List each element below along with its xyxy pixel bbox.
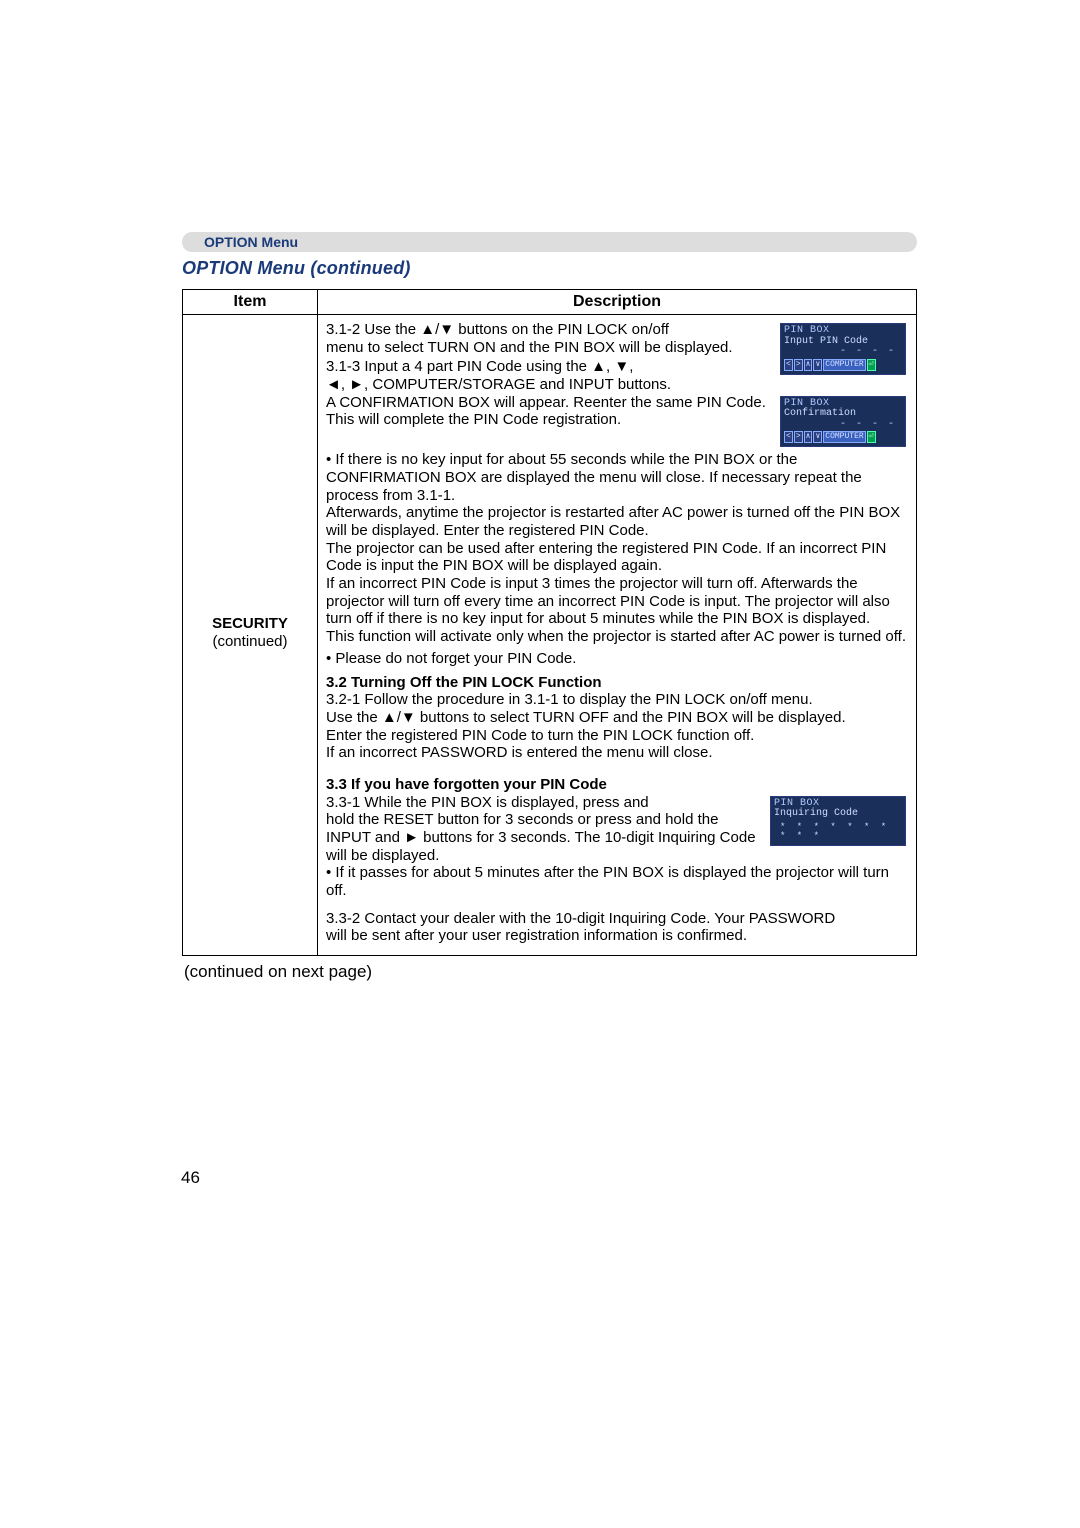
text-pass5: • If it passes for about 5 minutes after… <box>326 864 908 899</box>
key-up-icon: ∧ <box>804 359 813 371</box>
pin-box-input: PIN BOX Input PIN Code - - - - <>∧∨COMPU… <box>780 323 906 375</box>
item-sub: (continued) <box>191 633 309 651</box>
key-enter-icon: ⏎ <box>867 431 876 443</box>
text-332: 3.3-2 Contact your dealer with the 10-di… <box>326 910 908 928</box>
menu-bar: OPTION Menu <box>182 232 917 252</box>
key-left-icon: < <box>784 431 793 443</box>
item-name: SECURITY <box>191 615 309 633</box>
pinbox2-keys: <>∧∨COMPUTER⏎ <box>784 431 902 443</box>
key-right-icon: > <box>794 359 803 371</box>
key-up-icon: ∧ <box>804 431 813 443</box>
text-wrongpass: If an incorrect PASSWORD is entered the … <box>326 744 908 762</box>
heading-33: 3.3 If you have forgotten your PIN Code <box>326 776 908 794</box>
key-enter-icon: ⏎ <box>867 359 876 371</box>
pinbox-dashes: - - - - <box>784 347 902 358</box>
text-321a: 3.2-1 Follow the procedure in 3.1-1 to d… <box>326 691 908 709</box>
pin-box-confirmation: PIN BOX Confirmation - - - - <>∧∨COMPUTE… <box>780 396 906 448</box>
pinbox-title: PIN BOX <box>784 326 902 337</box>
heading-32: 3.2 Turning Off the PIN LOCK Function <box>326 674 908 692</box>
text-activate: This function will activate only when th… <box>326 628 908 646</box>
header-desc: Description <box>318 290 917 315</box>
text-enterreg: Enter the registered PIN Code to turn th… <box>326 727 908 745</box>
description-cell: PIN BOX Input PIN Code - - - - <>∧∨COMPU… <box>318 315 917 956</box>
pinbox3-stars: * * * * * * * * * * <box>774 823 902 842</box>
key-computer: COMPUTER <box>823 359 865 371</box>
option-table: Item Description SECURITY (continued) PI… <box>182 289 917 956</box>
text-332b: will be sent after your user registratio… <box>326 927 908 945</box>
key-down-icon: ∨ <box>813 431 822 443</box>
continued-note: (continued on next page) <box>184 962 917 982</box>
text-321b: Use the ▲/▼ buttons to select TURN OFF a… <box>326 709 908 727</box>
key-computer: COMPUTER <box>823 431 865 443</box>
pinbox3-line: Inquiring Code <box>774 809 902 820</box>
pinbox-keys: <>∧∨COMPUTER⏎ <box>784 359 902 371</box>
section-title: OPTION Menu (continued) <box>182 258 917 279</box>
header-item: Item <box>183 290 318 315</box>
pin-box-inquiring: PIN BOX Inquiring Code * * * * * * * * *… <box>770 796 906 846</box>
text-nokey: • If there is no key input for about 55 … <box>326 451 908 504</box>
text-afterwards: Afterwards, anytime the projector is res… <box>326 504 908 539</box>
key-down-icon: ∨ <box>813 359 822 371</box>
key-right-icon: > <box>794 431 803 443</box>
text-usedafter: The projector can be used after entering… <box>326 540 908 575</box>
item-cell: SECURITY (continued) <box>183 315 318 956</box>
text-incorrect3: If an incorrect PIN Code is input 3 time… <box>326 575 908 628</box>
text-313b: ◄, ►, COMPUTER/STORAGE and INPUT buttons… <box>326 376 908 394</box>
page-number: 46 <box>181 1168 200 1188</box>
pinbox2-dashes: - - - - <box>784 420 902 431</box>
key-left-icon: < <box>784 359 793 371</box>
text-forget: • Please do not forget your PIN Code. <box>326 650 908 668</box>
